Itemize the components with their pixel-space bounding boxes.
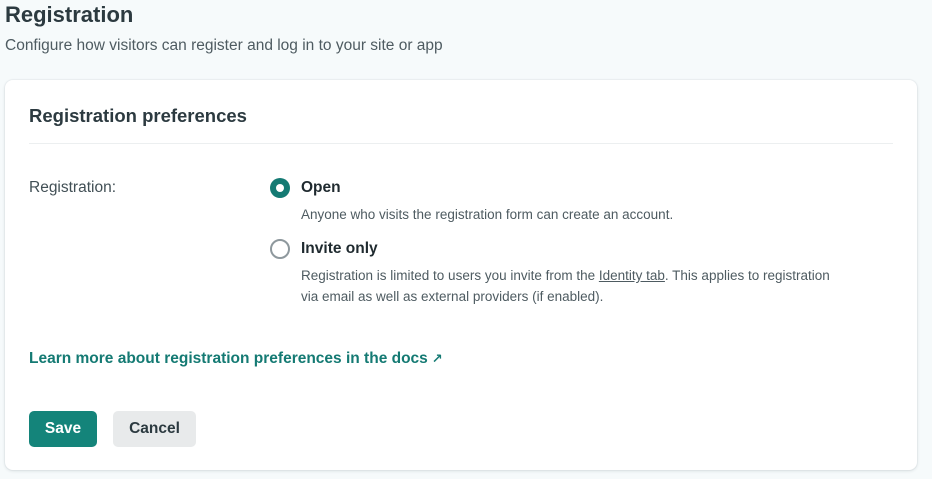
external-arrow-icon: ↗	[431, 351, 443, 366]
option-open-description: Anyone who visits the registration form …	[301, 207, 674, 222]
option-invite-only-label[interactable]: Invite only	[301, 240, 378, 258]
page-header: Registration Configure how visitors can …	[5, 0, 443, 56]
identity-tab-link[interactable]: Identity tab	[599, 268, 665, 283]
invite-desc-text-after: . This applies to registration	[664, 268, 830, 283]
card-title: Registration preferences	[29, 105, 247, 126]
docs-link[interactable]: Learn more about registration preference…	[29, 350, 443, 368]
option-invite-only-description: Registration is limited to users you inv…	[301, 265, 830, 307]
radio-open[interactable]	[270, 178, 290, 198]
save-button[interactable]: Save	[29, 411, 97, 447]
invite-desc-line2: via email as well as external providers …	[301, 289, 604, 304]
registration-preferences-card: Registration preferences Registration: O…	[5, 80, 917, 470]
registration-field-label: Registration:	[29, 179, 117, 196]
option-open-label[interactable]: Open	[301, 179, 341, 197]
page-subtitle: Configure how visitors can register and …	[5, 37, 443, 54]
divider	[29, 143, 893, 144]
invite-desc-text: Registration is limited to users you inv…	[301, 268, 599, 283]
page-title: Registration	[5, 2, 134, 27]
radio-invite-only[interactable]	[270, 239, 290, 259]
docs-link-label[interactable]: Learn more about registration preference…	[29, 350, 428, 367]
cancel-button[interactable]: Cancel	[113, 411, 196, 447]
